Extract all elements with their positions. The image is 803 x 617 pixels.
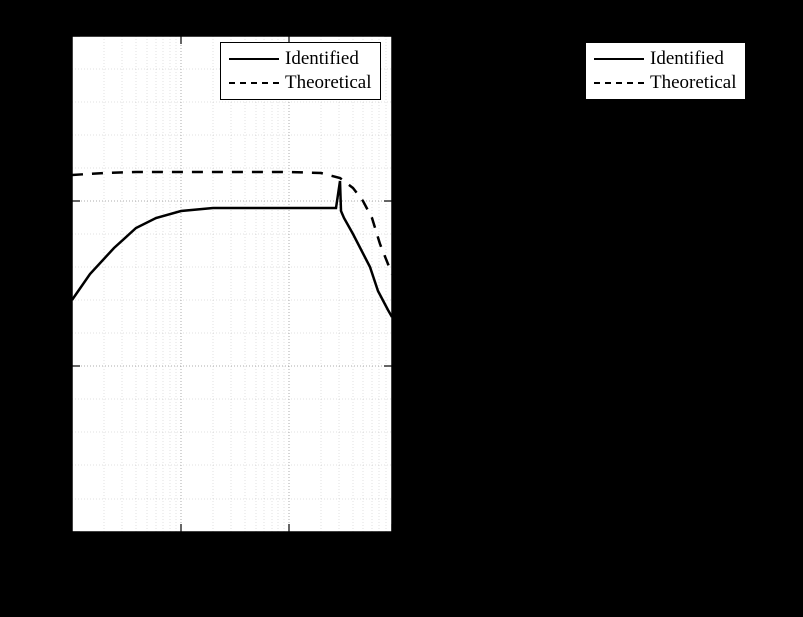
x-axis-label-a: Frequency [Hz] bbox=[165, 564, 291, 587]
legend-a: Identified Theoretical bbox=[220, 42, 381, 100]
xtick: 10⁰ bbox=[532, 538, 557, 559]
xtick: 10² bbox=[378, 538, 401, 559]
chart-title-b: b) s-axis: 2 bbox=[437, 590, 757, 616]
ytick: 0 bbox=[46, 28, 55, 49]
legend-item: Theoretical bbox=[285, 72, 372, 94]
series-identified-b bbox=[437, 185, 757, 300]
legend-b: Identified Theoretical bbox=[585, 42, 746, 100]
legend-item: Identified bbox=[650, 48, 724, 70]
series-theoretical-a bbox=[72, 172, 392, 274]
legend-item: Theoretical bbox=[650, 72, 737, 94]
xtick: 10² bbox=[743, 538, 766, 559]
ytick: -100 bbox=[18, 358, 51, 379]
series-theoretical-b bbox=[437, 172, 757, 241]
x-axis-label-b: Frequency [Hz] bbox=[530, 564, 656, 587]
xtick: 10¹ bbox=[275, 538, 298, 559]
legend-item: Identified bbox=[285, 48, 359, 70]
xtick: 10¹ bbox=[640, 538, 663, 559]
chart-title-a: a) s-axis: 1 bbox=[72, 590, 392, 616]
y-axis-label: Magnitude [dB] bbox=[7, 217, 30, 357]
ytick: -150 bbox=[18, 524, 51, 545]
xtick: 10⁰ bbox=[167, 538, 192, 559]
ytick: -50 bbox=[28, 193, 52, 214]
series-identified-a bbox=[72, 181, 392, 317]
